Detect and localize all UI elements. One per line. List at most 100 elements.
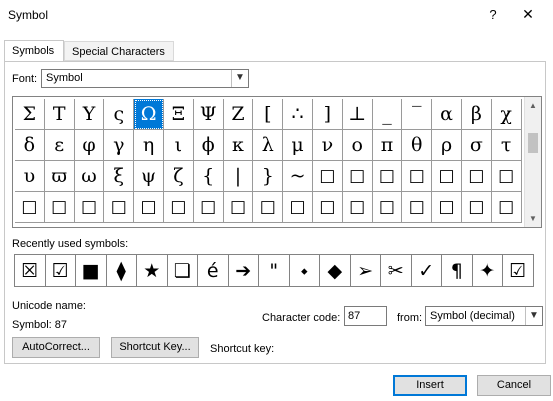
close-button[interactable]: ✕ — [519, 6, 537, 23]
symbol-cell[interactable]: □ — [74, 192, 105, 223]
symbol-cell[interactable]: η — [134, 130, 164, 161]
symbol-cell[interactable]: ] — [312, 99, 343, 130]
recent-symbol-cell[interactable]: " — [259, 255, 290, 287]
symbol-cell[interactable]: μ — [283, 130, 313, 161]
recent-symbol-cell[interactable]: ✓ — [411, 255, 442, 287]
scroll-thumb[interactable] — [528, 133, 538, 153]
chevron-down-icon[interactable]: ▼ — [231, 70, 248, 87]
symbol-cell[interactable]: □ — [104, 192, 135, 223]
symbol-cell[interactable]: ϖ — [44, 161, 75, 192]
symbol-cell[interactable]: ξ — [104, 161, 135, 192]
symbol-cell[interactable]: ‾ — [402, 99, 433, 130]
symbol-cell[interactable]: τ — [491, 130, 522, 161]
symbol-cell[interactable]: ω — [74, 161, 105, 192]
symbol-cell[interactable]: } — [253, 161, 284, 192]
symbol-cell[interactable]: □ — [372, 161, 403, 192]
symbol-cell[interactable]: κ — [223, 130, 254, 161]
symbol-cell[interactable]: ε — [44, 130, 75, 161]
symbol-cell[interactable]: □ — [402, 161, 433, 192]
symbol-cell[interactable]: □ — [461, 161, 492, 192]
symbol-cell[interactable]: ς — [104, 99, 135, 130]
symbol-cell[interactable]: □ — [491, 192, 522, 223]
symbol-cell[interactable]: □ — [491, 161, 522, 192]
symbol-cell[interactable]: ζ — [163, 161, 194, 192]
shortcut-key-button[interactable]: Shortcut Key... — [111, 337, 199, 358]
symbol-cell[interactable]: ~ — [283, 161, 313, 192]
recent-symbol-cell[interactable]: ➔ — [228, 255, 259, 287]
symbol-cell[interactable]: ∴ — [283, 99, 313, 130]
symbol-cell[interactable]: σ — [461, 130, 492, 161]
symbol-cell[interactable]: ρ — [432, 130, 462, 161]
recent-symbol-cell[interactable]: ❏ — [167, 255, 198, 287]
symbol-cell[interactable]: □ — [402, 192, 433, 223]
tab-symbols[interactable]: Symbols — [4, 40, 64, 62]
symbol-cell[interactable]: [ — [253, 99, 284, 130]
symbol-cell[interactable]: □ — [44, 192, 75, 223]
recent-symbol-cell[interactable]: ☑ — [503, 255, 534, 287]
recent-symbol-cell[interactable]: ☒ — [15, 255, 46, 287]
help-button[interactable]: ? — [486, 7, 500, 22]
symbol-cell[interactable]: □ — [312, 192, 343, 223]
grid-scrollbar[interactable]: ▲ ▼ — [524, 97, 541, 227]
symbol-cell[interactable]: Σ — [15, 99, 45, 130]
symbol-cell[interactable]: ⊥ — [342, 99, 373, 130]
recent-symbol-cell[interactable]: ◆ — [320, 255, 351, 287]
recent-symbol-cell[interactable]: ☑ — [45, 255, 76, 287]
symbol-cell[interactable]: υ — [15, 161, 45, 192]
symbol-cell[interactable]: Ζ — [223, 99, 254, 130]
symbol-cell[interactable]: ο — [342, 130, 373, 161]
recent-symbol-cell[interactable]: ✦ — [472, 255, 503, 287]
symbol-cell[interactable]: γ — [104, 130, 135, 161]
insert-button[interactable]: Insert — [393, 375, 467, 396]
symbol-cell[interactable]: □ — [342, 161, 373, 192]
symbol-cell[interactable]: ψ — [134, 161, 164, 192]
recent-symbol-cell[interactable]: é — [198, 255, 229, 287]
symbol-cell[interactable]: Τ — [44, 99, 75, 130]
symbol-cell[interactable]: λ — [253, 130, 284, 161]
symbol-cell[interactable]: □ — [312, 161, 343, 192]
symbol-cell[interactable]: Υ — [74, 99, 105, 130]
symbol-cell[interactable]: □ — [15, 192, 45, 223]
symbol-cell[interactable]: β — [461, 99, 492, 130]
symbol-cell[interactable]: θ — [402, 130, 433, 161]
symbol-cell[interactable]: □ — [461, 192, 492, 223]
symbol-cell[interactable]: □ — [193, 192, 224, 223]
symbol-cell[interactable]: { — [193, 161, 224, 192]
symbol-cell[interactable]: ϕ — [193, 130, 224, 161]
scroll-up-icon[interactable]: ▲ — [525, 97, 541, 114]
recent-symbol-cell[interactable]: ✂ — [381, 255, 412, 287]
recent-symbol-cell[interactable]: ★ — [137, 255, 168, 287]
character-code-input[interactable]: 87 — [344, 306, 387, 326]
from-select[interactable]: Symbol (decimal) ▼ — [425, 306, 543, 326]
symbol-cell[interactable]: δ — [15, 130, 45, 161]
symbol-cell[interactable]: | — [223, 161, 254, 192]
recent-symbol-cell[interactable]: ¶ — [442, 255, 473, 287]
cancel-button[interactable]: Cancel — [477, 375, 551, 396]
symbol-cell[interactable]: ν — [312, 130, 343, 161]
symbol-cell[interactable]: Ω — [134, 99, 164, 130]
symbol-cell[interactable]: □ — [253, 192, 284, 223]
symbol-cell[interactable]: □ — [283, 192, 313, 223]
font-select[interactable]: Symbol ▼ — [41, 69, 249, 88]
symbol-cell[interactable]: χ — [491, 99, 522, 130]
symbol-cell[interactable]: □ — [432, 192, 462, 223]
scroll-down-icon[interactable]: ▼ — [525, 210, 541, 227]
recent-symbol-cell[interactable]: ⬩ — [289, 255, 320, 287]
tab-special-characters[interactable]: Special Characters — [64, 41, 174, 61]
symbol-cell[interactable]: ι — [163, 130, 194, 161]
autocorrect-button[interactable]: AutoCorrect... — [12, 337, 100, 358]
symbol-cell[interactable]: _ — [372, 99, 403, 130]
symbol-cell[interactable]: □ — [432, 161, 462, 192]
recent-symbol-cell[interactable]: ■ — [76, 255, 107, 287]
symbol-cell[interactable]: π — [372, 130, 403, 161]
symbol-cell[interactable]: φ — [74, 130, 105, 161]
symbol-cell[interactable]: Ψ — [193, 99, 224, 130]
symbol-cell[interactable]: □ — [342, 192, 373, 223]
chevron-down-icon[interactable]: ▼ — [525, 307, 542, 325]
symbol-cell[interactable]: α — [432, 99, 462, 130]
symbol-cell[interactable]: □ — [163, 192, 194, 223]
symbol-cell[interactable]: □ — [223, 192, 254, 223]
symbol-cell[interactable]: Ξ — [163, 99, 194, 130]
recent-symbol-cell[interactable]: ⧫ — [106, 255, 137, 287]
symbol-cell[interactable]: □ — [372, 192, 403, 223]
